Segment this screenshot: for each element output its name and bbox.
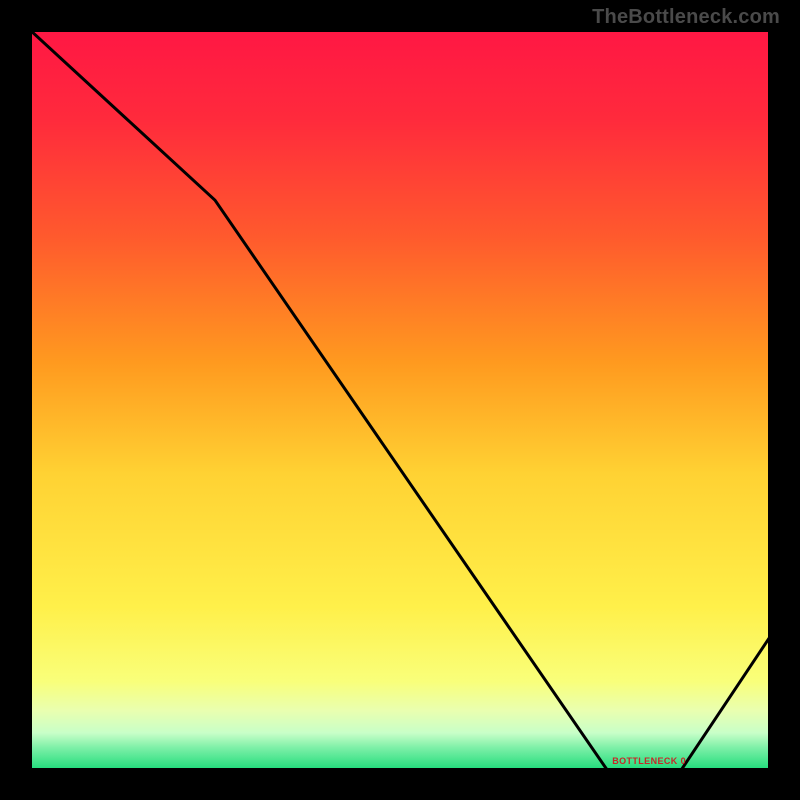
chart-frame: TheBottleneck.com BOTTLENECK 0: [0, 0, 800, 800]
bottleneck-chart: [30, 30, 770, 770]
bottleneck-zero-label: BOTTLENECK 0: [612, 756, 686, 766]
plot-area: [30, 30, 770, 770]
watermark-text: TheBottleneck.com: [592, 6, 780, 29]
gradient-background: [30, 30, 770, 770]
